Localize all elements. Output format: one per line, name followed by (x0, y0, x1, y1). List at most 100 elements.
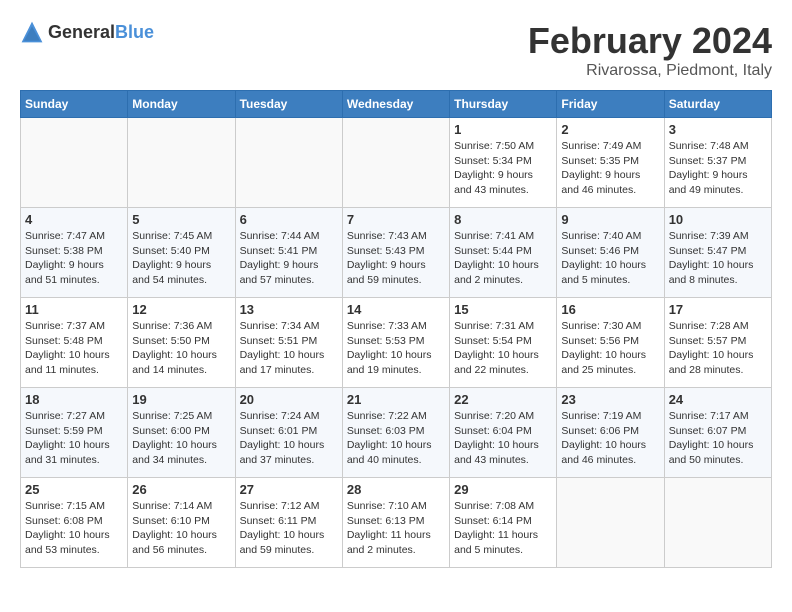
day-info: Sunrise: 7:34 AM Sunset: 5:51 PM Dayligh… (240, 319, 338, 378)
logo-icon (20, 20, 44, 44)
day-info: Sunrise: 7:50 AM Sunset: 5:34 PM Dayligh… (454, 139, 552, 198)
day-number: 3 (669, 122, 767, 137)
calendar-cell: 11 Sunrise: 7:37 AM Sunset: 5:48 PM Dayli… (21, 298, 128, 388)
calendar-cell: 24Sunrise: 7:17 AM Sunset: 6:07 PM Dayli… (664, 388, 771, 478)
calendar-cell: 13Sunrise: 7:34 AM Sunset: 5:51 PM Dayli… (235, 298, 342, 388)
day-number: 12 (132, 302, 230, 317)
day-number: 11 (25, 302, 123, 317)
day-number: 29 (454, 482, 552, 497)
day-info: Sunrise: 7:14 AM Sunset: 6:10 PM Dayligh… (132, 499, 230, 558)
day-number: 6 (240, 212, 338, 227)
calendar-cell: 28Sunrise: 7:10 AM Sunset: 6:13 PM Dayli… (342, 478, 449, 568)
calendar-cell (128, 118, 235, 208)
logo-blue: Blue (115, 22, 154, 42)
header: GeneralBlue February 2024 Rivarossa, Pie… (20, 20, 772, 80)
day-number: 4 (25, 212, 123, 227)
month-title: February 2024 (528, 20, 772, 62)
title-area: February 2024 Rivarossa, Piedmont, Italy (528, 20, 772, 80)
day-number: 20 (240, 392, 338, 407)
day-number: 7 (347, 212, 445, 227)
day-info: Sunrise: 7:20 AM Sunset: 6:04 PM Dayligh… (454, 409, 552, 468)
day-info: Sunrise: 7:47 AM Sunset: 5:38 PM Dayligh… (25, 229, 123, 288)
day-number: 22 (454, 392, 552, 407)
calendar-cell: 12 Sunrise: 7:36 AM Sunset: 5:50 PM Dayli… (128, 298, 235, 388)
day-number: 18 (25, 392, 123, 407)
day-info: Sunrise: 7:10 AM Sunset: 6:13 PM Dayligh… (347, 499, 445, 558)
day-info: Sunrise: 7:43 AM Sunset: 5:43 PM Dayligh… (347, 229, 445, 288)
weekday-header-thursday: Thursday (450, 91, 557, 118)
day-number: 23 (561, 392, 659, 407)
day-info: Sunrise: 7:08 AM Sunset: 6:14 PM Dayligh… (454, 499, 552, 558)
day-number: 8 (454, 212, 552, 227)
day-info: Sunrise: 7:45 AM Sunset: 5:40 PM Dayligh… (132, 229, 230, 288)
day-info: Sunrise: 7:19 AM Sunset: 6:06 PM Dayligh… (561, 409, 659, 468)
logo-text: GeneralBlue (48, 22, 154, 43)
day-number: 10 (669, 212, 767, 227)
day-info: Sunrise: 7:12 AM Sunset: 6:11 PM Dayligh… (240, 499, 338, 558)
day-number: 19 (132, 392, 230, 407)
calendar-cell (557, 478, 664, 568)
day-number: 1 (454, 122, 552, 137)
calendar-cell: 8 Sunrise: 7:41 AM Sunset: 5:44 PM Daylig… (450, 208, 557, 298)
weekday-header-tuesday: Tuesday (235, 91, 342, 118)
day-number: 17 (669, 302, 767, 317)
calendar-cell: 1 Sunrise: 7:50 AM Sunset: 5:34 PM Daylig… (450, 118, 557, 208)
calendar-cell: 27Sunrise: 7:12 AM Sunset: 6:11 PM Dayli… (235, 478, 342, 568)
calendar-week-5: 25 Sunrise: 7:15 AM Sunset: 6:08 PM Dayli… (21, 478, 772, 568)
calendar-cell (235, 118, 342, 208)
logo-general: General (48, 22, 115, 42)
calendar-cell: 3 Sunrise: 7:48 AM Sunset: 5:37 PM Daylig… (664, 118, 771, 208)
day-info: Sunrise: 7:30 AM Sunset: 5:56 PM Dayligh… (561, 319, 659, 378)
weekday-header-monday: Monday (128, 91, 235, 118)
weekday-header-wednesday: Wednesday (342, 91, 449, 118)
day-number: 5 (132, 212, 230, 227)
day-info: Sunrise: 7:15 AM Sunset: 6:08 PM Dayligh… (25, 499, 123, 558)
calendar-week-1: 1 Sunrise: 7:50 AM Sunset: 5:34 PM Daylig… (21, 118, 772, 208)
calendar-cell: 19Sunrise: 7:25 AM Sunset: 6:00 PM Dayli… (128, 388, 235, 478)
calendar-cell: 4 Sunrise: 7:47 AM Sunset: 5:38 PM Daylig… (21, 208, 128, 298)
calendar-week-3: 11 Sunrise: 7:37 AM Sunset: 5:48 PM Dayli… (21, 298, 772, 388)
calendar-week-4: 18Sunrise: 7:27 AM Sunset: 5:59 PM Dayli… (21, 388, 772, 478)
day-number: 14 (347, 302, 445, 317)
calendar-cell (21, 118, 128, 208)
calendar-cell: 17 Sunrise: 7:28 AM Sunset: 5:57 PM Dayli… (664, 298, 771, 388)
day-info: Sunrise: 7:31 AM Sunset: 5:54 PM Dayligh… (454, 319, 552, 378)
day-info: Sunrise: 7:37 AM Sunset: 5:48 PM Dayligh… (25, 319, 123, 378)
calendar-cell: 15 Sunrise: 7:31 AM Sunset: 5:54 PM Dayli… (450, 298, 557, 388)
day-info: Sunrise: 7:48 AM Sunset: 5:37 PM Dayligh… (669, 139, 767, 198)
calendar-cell: 14 Sunrise: 7:33 AM Sunset: 5:53 PM Dayli… (342, 298, 449, 388)
day-info: Sunrise: 7:33 AM Sunset: 5:53 PM Dayligh… (347, 319, 445, 378)
calendar-week-2: 4 Sunrise: 7:47 AM Sunset: 5:38 PM Daylig… (21, 208, 772, 298)
day-number: 16 (561, 302, 659, 317)
calendar-cell: 22 Sunrise: 7:20 AM Sunset: 6:04 PM Dayli… (450, 388, 557, 478)
day-info: Sunrise: 7:41 AM Sunset: 5:44 PM Dayligh… (454, 229, 552, 288)
weekday-header-sunday: Sunday (21, 91, 128, 118)
day-number: 25 (25, 482, 123, 497)
day-info: Sunrise: 7:40 AM Sunset: 5:46 PM Dayligh… (561, 229, 659, 288)
day-info: Sunrise: 7:28 AM Sunset: 5:57 PM Dayligh… (669, 319, 767, 378)
day-number: 15 (454, 302, 552, 317)
calendar-cell (664, 478, 771, 568)
location-subtitle: Rivarossa, Piedmont, Italy (528, 62, 772, 80)
weekday-header-friday: Friday (557, 91, 664, 118)
day-info: Sunrise: 7:36 AM Sunset: 5:50 PM Dayligh… (132, 319, 230, 378)
day-number: 21 (347, 392, 445, 407)
calendar-header-row: SundayMondayTuesdayWednesdayThursdayFrid… (21, 91, 772, 118)
weekday-header-saturday: Saturday (664, 91, 771, 118)
calendar-cell: 25 Sunrise: 7:15 AM Sunset: 6:08 PM Dayli… (21, 478, 128, 568)
calendar-cell: 20Sunrise: 7:24 AM Sunset: 6:01 PM Dayli… (235, 388, 342, 478)
calendar-cell: 5 Sunrise: 7:45 AM Sunset: 5:40 PM Daylig… (128, 208, 235, 298)
logo: GeneralBlue (20, 20, 154, 44)
calendar-cell: 18Sunrise: 7:27 AM Sunset: 5:59 PM Dayli… (21, 388, 128, 478)
calendar-cell: 29 Sunrise: 7:08 AM Sunset: 6:14 PM Dayli… (450, 478, 557, 568)
calendar-cell: 2Sunrise: 7:49 AM Sunset: 5:35 PM Daylig… (557, 118, 664, 208)
day-number: 9 (561, 212, 659, 227)
calendar-cell (342, 118, 449, 208)
day-info: Sunrise: 7:22 AM Sunset: 6:03 PM Dayligh… (347, 409, 445, 468)
day-info: Sunrise: 7:39 AM Sunset: 5:47 PM Dayligh… (669, 229, 767, 288)
calendar-cell: 7 Sunrise: 7:43 AM Sunset: 5:43 PM Daylig… (342, 208, 449, 298)
calendar-cell: 9 Sunrise: 7:40 AM Sunset: 5:46 PM Daylig… (557, 208, 664, 298)
day-info: Sunrise: 7:49 AM Sunset: 5:35 PM Dayligh… (561, 139, 659, 198)
calendar-cell: 21 Sunrise: 7:22 AM Sunset: 6:03 PM Dayli… (342, 388, 449, 478)
day-info: Sunrise: 7:17 AM Sunset: 6:07 PM Dayligh… (669, 409, 767, 468)
